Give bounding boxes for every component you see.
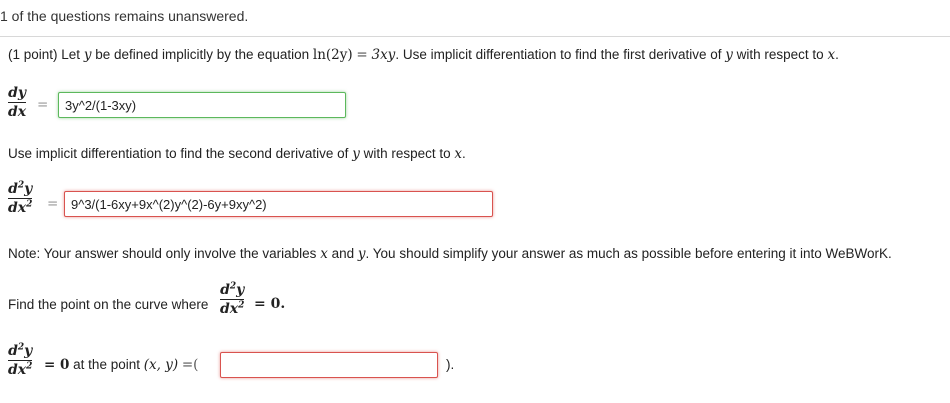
period: . <box>835 47 839 62</box>
point-close-paren: ). <box>446 357 455 372</box>
instruction-text: . Use implicit differentiation to find t… <box>395 47 722 62</box>
first-derivative-input[interactable]: 3y^2/(1-3xy) <box>58 92 346 118</box>
equation-rhs: 3xy <box>371 47 396 63</box>
second-equals-sign: = <box>47 196 59 212</box>
second-derivative-input[interactable]: 9^3/(1-6xy+9x^(2)y^(2)-6y+9xy^2) <box>64 191 493 217</box>
wrt-text: with respect to <box>736 47 824 62</box>
equation-equals: = <box>356 47 368 63</box>
var-x: x <box>827 47 836 63</box>
point-answer-text: = 0 at the point (x, y) =( <box>44 357 199 373</box>
problem-prefix: (1 point) Let <box>8 47 81 62</box>
wrt-text-2: with respect to <box>363 146 451 161</box>
dy-numerator: dy <box>8 85 27 101</box>
var-x-3: x <box>320 246 328 262</box>
first-derivative-label: dy dx <box>8 85 27 120</box>
defined-text: be defined implicitly by the equation <box>95 47 310 62</box>
section-divider <box>0 36 950 37</box>
d2y-dx2-fraction: d2y dx2 <box>8 180 33 216</box>
var-y-3: y <box>352 146 360 162</box>
point-d2y-label: d2y dx2 <box>8 342 33 378</box>
var-x-2: x <box>454 146 463 162</box>
find-point-rhs: = 0. <box>254 296 286 312</box>
d2y-numerator: d2y <box>8 180 33 197</box>
second-intro-text: Use implicit differentiation to find the… <box>8 146 349 161</box>
var-y-2: y <box>725 47 733 63</box>
find-point-fraction: d2y dx2 <box>220 281 245 317</box>
var-y: y <box>83 47 92 63</box>
clipped-header-text <box>0 0 320 2</box>
note-text: Note: Your answer should only involve th… <box>8 246 892 262</box>
period-2: . <box>462 146 466 161</box>
equation-lhs: ln(2y) <box>312 47 353 63</box>
point-input[interactable] <box>220 352 438 378</box>
problem-statement: (1 point) Let y be defined implicitly by… <box>8 47 839 63</box>
fraction-bar <box>8 102 27 103</box>
dx-denominator: dx <box>8 104 27 120</box>
unanswered-status-message: 1 of the questions remains unanswered. <box>0 8 249 24</box>
var-y-4: y <box>357 246 366 262</box>
first-equals-sign: = <box>37 97 49 113</box>
dy-dx-fraction: dy dx <box>8 85 27 120</box>
second-derivative-label: d2y dx2 <box>8 180 33 216</box>
second-derivative-instruction: Use implicit differentiation to find the… <box>8 146 466 162</box>
dx2-denominator: dx2 <box>8 199 33 216</box>
find-point-text: Find the point on the curve where <box>8 297 209 312</box>
